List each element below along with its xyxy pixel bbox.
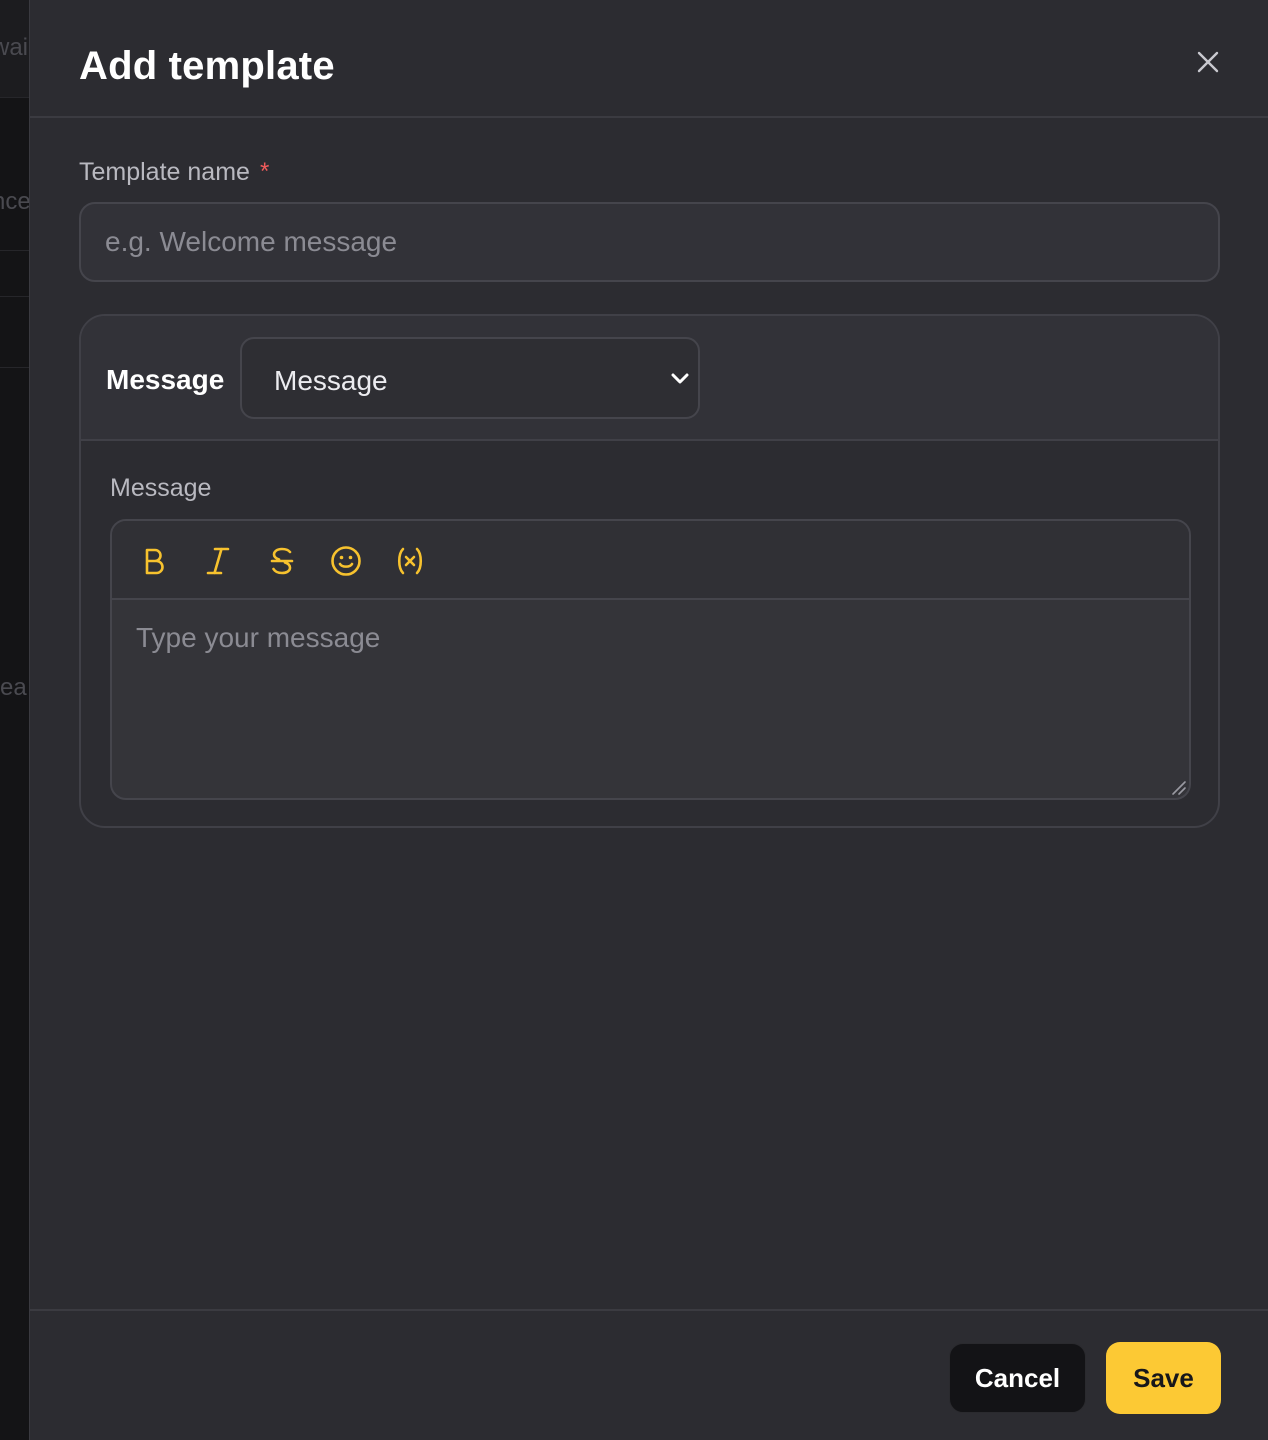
italic-icon [206,547,230,575]
message-textarea[interactable] [112,600,1189,798]
formatting-toolbar [112,521,1189,600]
background-divider [0,367,30,368]
bold-icon [145,548,164,575]
strikethrough-button[interactable] [262,541,302,581]
background-text-fragment: nce [0,188,30,215]
italic-button[interactable] [198,541,238,581]
message-body-label: Message [110,474,212,502]
strikethrough-icon [270,547,294,575]
background-divider [0,97,30,98]
emoji-icon [331,546,361,576]
template-name-label: Template name [79,158,250,186]
background-text-fragment: wai [0,34,29,61]
resize-handle-icon[interactable] [1171,780,1187,796]
cancel-button[interactable]: Cancel [949,1343,1086,1413]
bold-button[interactable] [134,541,174,581]
add-template-drawer: Add template Template name * Message Mes… [29,0,1268,1440]
message-type-select[interactable]: Message [240,337,700,419]
variable-icon [397,547,423,575]
message-editor [110,519,1191,800]
variable-button[interactable] [390,541,430,581]
message-type-label: Message [106,364,225,395]
emoji-button[interactable] [326,541,366,581]
background-divider [0,250,30,251]
message-card: Message Message Message [79,314,1220,828]
message-type-value: Message [274,365,388,396]
message-card-header: Message Message [81,316,1218,441]
background-text-fragment: rea [0,674,27,701]
background-divider [0,296,30,297]
chevron-down-icon [671,373,689,384]
required-indicator: * [260,158,270,185]
close-icon [1197,51,1219,73]
template-name-input[interactable] [79,202,1220,282]
page-title: Add template [79,44,335,88]
drawer-footer: Cancel Save [30,1309,1268,1440]
close-button[interactable] [1192,46,1224,78]
drawer-header: Add template [30,0,1268,118]
background-page: wai nce rea [0,0,30,1440]
save-button[interactable]: Save [1106,1342,1221,1414]
